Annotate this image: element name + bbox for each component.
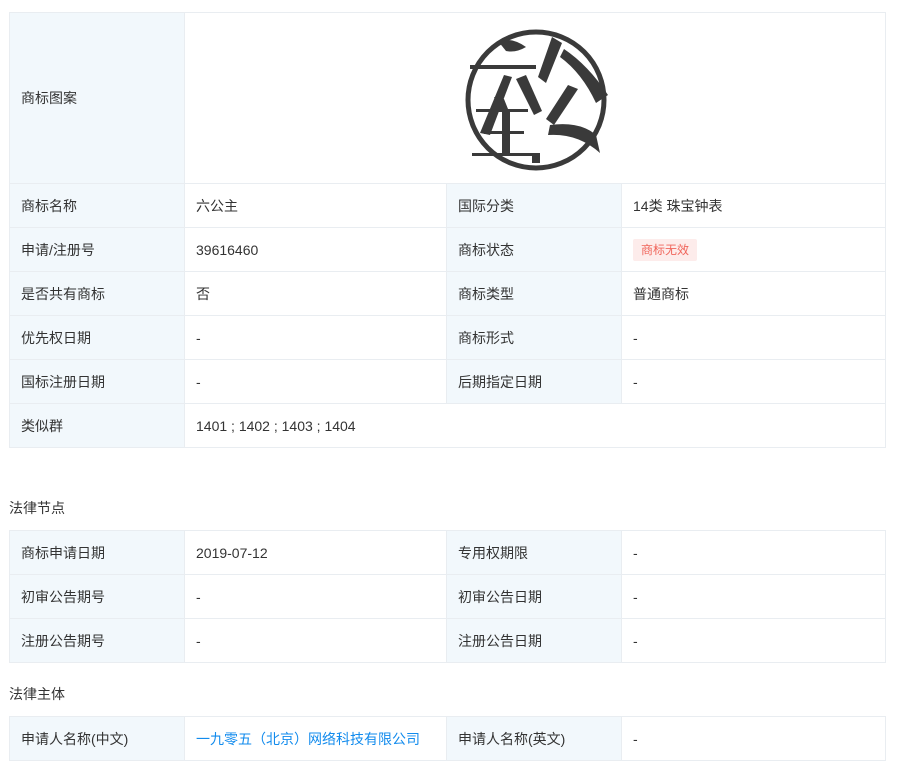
form-label: 商标形式 xyxy=(446,315,622,360)
table-row: 注册公告期号 - 注册公告日期 - xyxy=(9,618,886,663)
applicant-cn-link[interactable]: 一九零五（北京）网络科技有限公司 xyxy=(196,731,420,747)
applicant-en-label: 申请人名称(英文) xyxy=(446,716,622,761)
reg-no-value: 39616460 xyxy=(184,227,447,272)
priority-date-label: 优先权日期 xyxy=(9,315,185,360)
table-row: 类似群 1401 ; 1402 ; 1403 ; 1404 xyxy=(9,403,887,448)
reg-issue-value: - xyxy=(184,618,447,663)
table-row: 申请/注册号 39616460 商标状态 商标无效 xyxy=(9,227,887,272)
status-label: 商标状态 xyxy=(446,227,622,272)
table-row: 国标注册日期 - 后期指定日期 - xyxy=(9,359,887,404)
reg-date-label: 注册公告日期 xyxy=(446,618,622,663)
type-label: 商标类型 xyxy=(446,271,622,316)
later-date-value: - xyxy=(620,359,887,404)
trademark-image-row: 商标图案 xyxy=(9,12,887,184)
intl-reg-date-label: 国标注册日期 xyxy=(9,359,185,404)
reg-no-label: 申请/注册号 xyxy=(9,227,185,272)
status-cell: 商标无效 xyxy=(620,227,887,272)
trademark-info-table: 商标图案 商标名称 六公主 国际分类 14类 珠宝钟表 申请/注册号 39616… xyxy=(9,12,887,448)
table-row: 优先权日期 - 商标形式 - xyxy=(9,315,887,360)
reg-issue-label: 注册公告期号 xyxy=(9,618,185,663)
prelim-date-value: - xyxy=(621,574,886,619)
legal-nodes-table: 商标申请日期 2019-07-12 专用权期限 - 初审公告期号 - 初审公告日… xyxy=(9,530,886,663)
priority-date-value: - xyxy=(184,315,447,360)
later-date-label: 后期指定日期 xyxy=(446,359,622,404)
similar-group-value: 1401 ; 1402 ; 1403 ; 1404 xyxy=(183,403,887,448)
applicant-cn-label: 申请人名称(中文) xyxy=(9,716,185,761)
exclusive-period-label: 专用权期限 xyxy=(446,530,622,575)
prelim-issue-value: - xyxy=(184,574,447,619)
similar-group-label: 类似群 xyxy=(9,403,185,448)
trademark-image-label: 商标图案 xyxy=(9,12,185,184)
shared-label: 是否共有商标 xyxy=(9,271,185,316)
prelim-date-label: 初审公告日期 xyxy=(446,574,622,619)
table-row: 申请人名称(中文) 一九零五（北京）网络科技有限公司 申请人名称(英文) - xyxy=(9,716,886,761)
legal-nodes-title: 法律节点 xyxy=(9,500,65,516)
trademark-image-cell xyxy=(183,12,887,184)
trademark-name-label: 商标名称 xyxy=(9,183,185,228)
table-row: 商标名称 六公主 国际分类 14类 珠宝钟表 xyxy=(9,183,887,228)
table-row: 初审公告期号 - 初审公告日期 - xyxy=(9,574,886,619)
type-value: 普通商标 xyxy=(620,271,887,316)
intl-class-value: 14类 珠宝钟表 xyxy=(620,183,887,228)
prelim-issue-label: 初审公告期号 xyxy=(9,574,185,619)
reg-date-value: - xyxy=(621,618,886,663)
intl-class-label: 国际分类 xyxy=(446,183,622,228)
trademark-name-value: 六公主 xyxy=(184,183,447,228)
apply-date-value: 2019-07-12 xyxy=(184,530,447,575)
table-row: 是否共有商标 否 商标类型 普通商标 xyxy=(9,271,887,316)
status-badge: 商标无效 xyxy=(633,238,698,261)
shared-value: 否 xyxy=(184,271,447,316)
legal-subject-title: 法律主体 xyxy=(9,686,65,702)
trademark-logo-image xyxy=(465,29,608,171)
form-value: - xyxy=(620,315,887,360)
applicant-cn-cell: 一九零五（北京）网络科技有限公司 xyxy=(184,716,447,761)
intl-reg-date-value: - xyxy=(184,359,447,404)
legal-subject-table: 申请人名称(中文) 一九零五（北京）网络科技有限公司 申请人名称(英文) - xyxy=(9,716,886,761)
applicant-en-value: - xyxy=(621,716,886,761)
exclusive-period-value: - xyxy=(621,530,886,575)
table-row: 商标申请日期 2019-07-12 专用权期限 - xyxy=(9,530,886,575)
apply-date-label: 商标申请日期 xyxy=(9,530,185,575)
